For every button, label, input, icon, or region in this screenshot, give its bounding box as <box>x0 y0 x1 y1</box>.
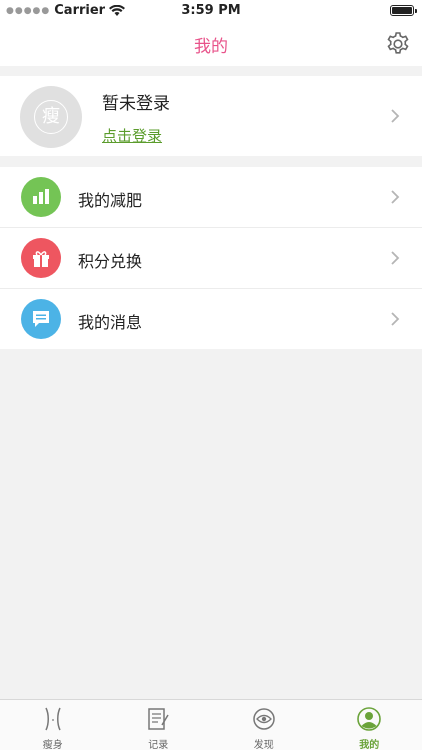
clock: 3:59 PM <box>181 3 241 18</box>
chevron-right-icon <box>391 190 400 204</box>
waist-icon <box>45 707 61 731</box>
battery-icon <box>390 5 417 16</box>
menu-list: 我的减肥 积分兑换 我的消息 <box>0 167 422 349</box>
chevron-right-icon <box>391 312 400 326</box>
gift-icon <box>21 238 61 278</box>
navigation-bar: 我的 <box>0 22 422 66</box>
tab-label: 记录 <box>148 740 169 750</box>
menu-item-label: 我的减肥 <box>78 191 143 210</box>
tab-bar: 瘦身 记录 发现 我的 <box>0 699 422 750</box>
notepad-icon <box>148 708 169 730</box>
login-link[interactable]: 点击登录 <box>102 125 162 146</box>
menu-item-my-weight-loss[interactable]: 我的减肥 <box>0 167 422 228</box>
tab-label: 发现 <box>253 740 274 750</box>
tab-label: 瘦身 <box>42 740 63 750</box>
message-icon <box>21 299 61 339</box>
tab-mine[interactable]: 我的 <box>317 700 422 750</box>
user-icon <box>357 707 382 731</box>
settings-gear-icon[interactable] <box>384 30 412 58</box>
status-bar: ●●●●● Carrier 3:59 PM <box>0 0 422 22</box>
page-title: 我的 <box>194 37 228 57</box>
avatar-logo: 瘦 <box>34 100 68 134</box>
chevron-right-icon <box>391 251 400 265</box>
eye-icon <box>253 708 275 730</box>
tab-slim[interactable]: 瘦身 <box>0 700 106 750</box>
profile-card[interactable]: 瘦 暂未登录 点击登录 <box>0 76 422 156</box>
bar-chart-icon <box>21 177 61 217</box>
tab-discover[interactable]: 发现 <box>211 700 317 750</box>
menu-item-label: 我的消息 <box>78 313 143 332</box>
menu-item-label: 积分兑换 <box>78 252 143 271</box>
profile-name: 暂未登录 <box>102 94 170 114</box>
menu-item-points-exchange[interactable]: 积分兑换 <box>0 228 422 289</box>
chevron-right-icon <box>391 109 400 123</box>
menu-item-my-messages[interactable]: 我的消息 <box>0 289 422 349</box>
tab-label: 我的 <box>359 740 380 750</box>
tab-record[interactable]: 记录 <box>106 700 212 750</box>
avatar: 瘦 <box>20 86 82 148</box>
